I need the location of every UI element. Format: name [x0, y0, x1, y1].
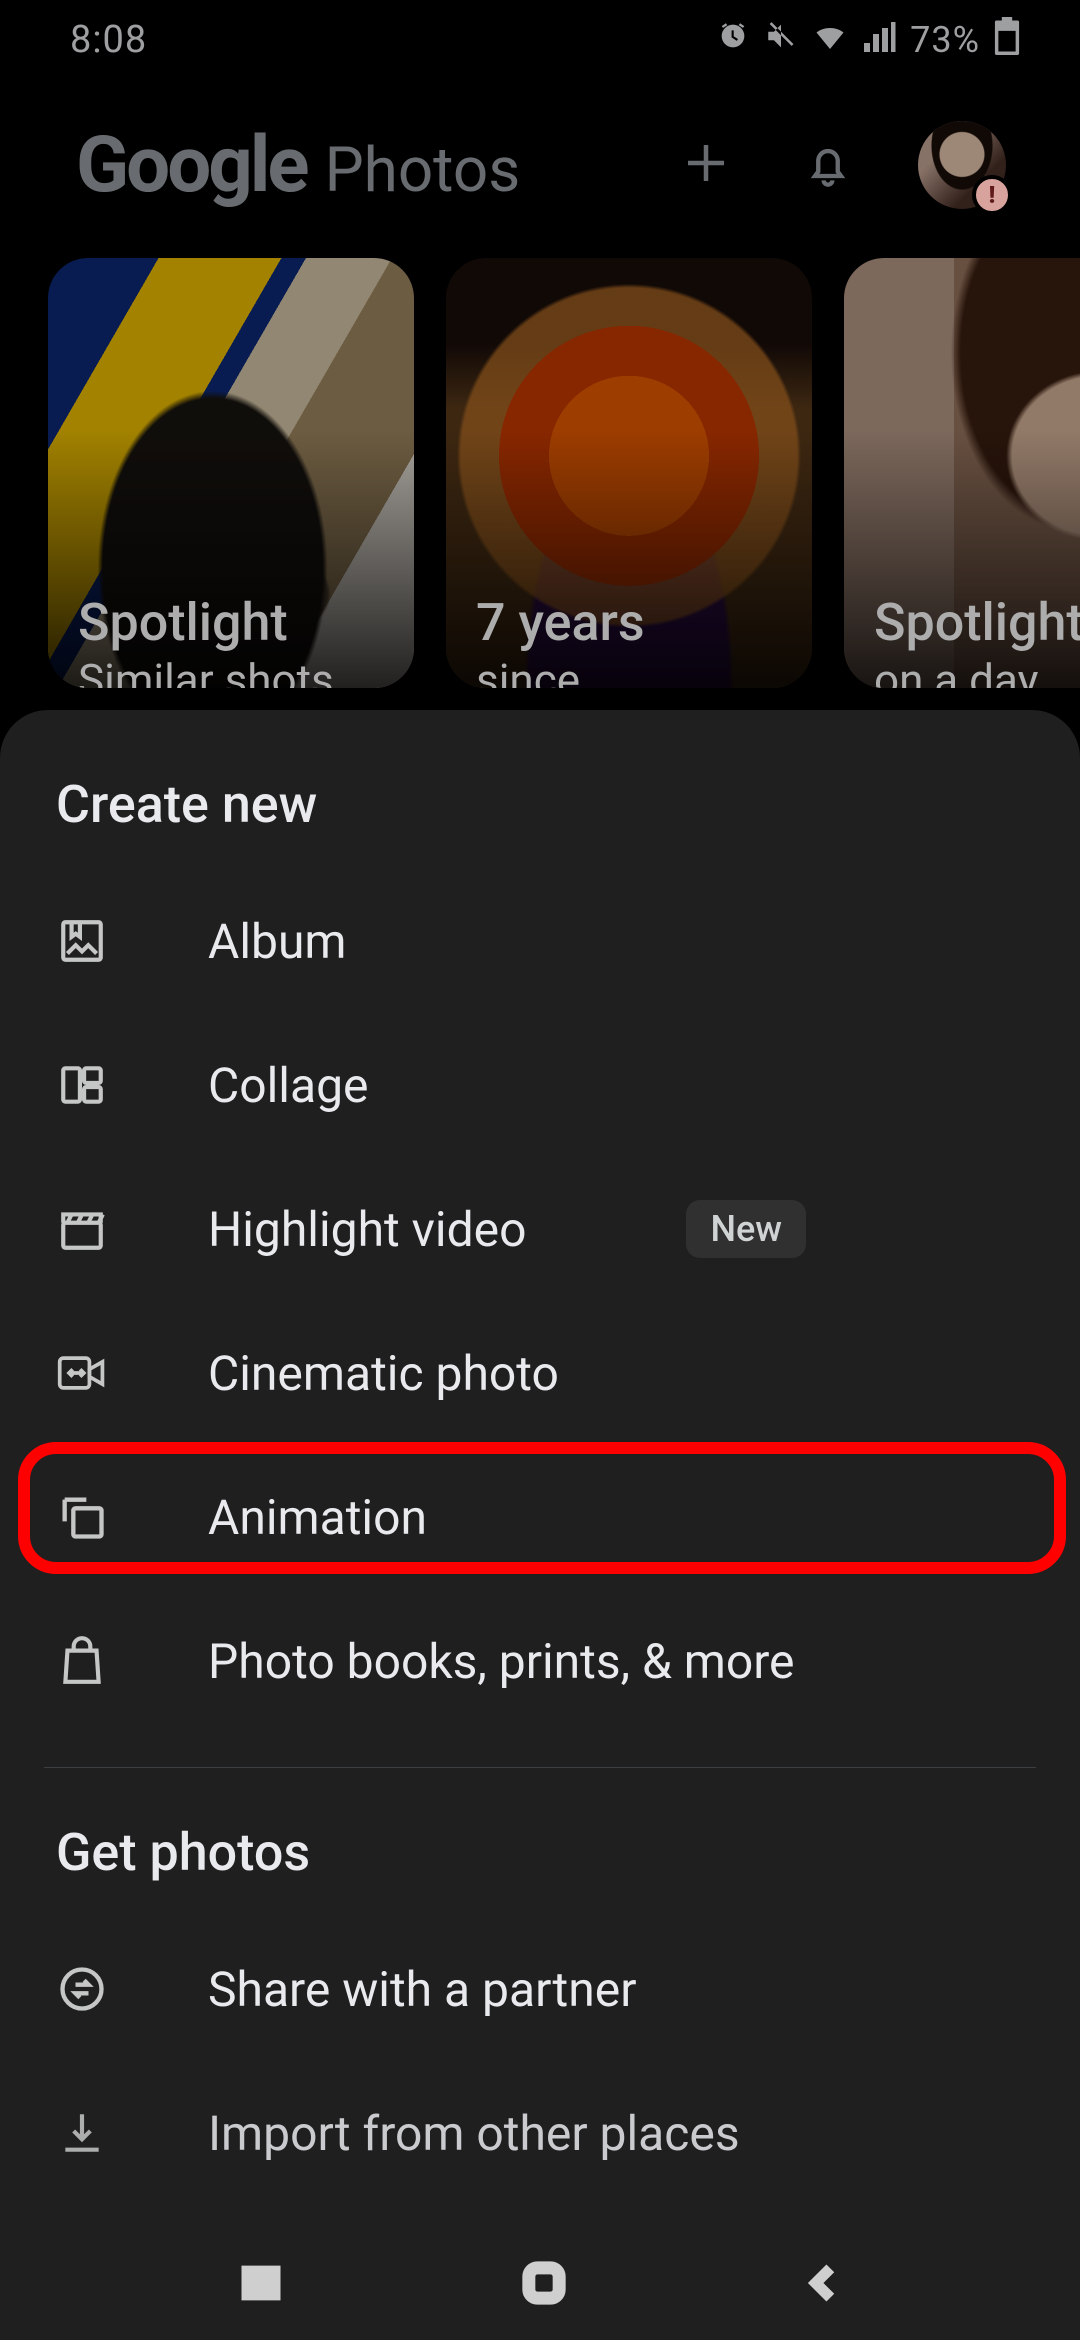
- memory-card[interactable]: Spotlight Similar shots: [48, 258, 414, 688]
- sheet-item-label: Photo books, prints, & more: [208, 1633, 795, 1690]
- section-title-get-photos: Get photos: [0, 1822, 1080, 1917]
- shopping-bag-icon: [56, 1634, 108, 1688]
- nav-home-icon[interactable]: [518, 2257, 570, 2313]
- memory-title: Spotlight: [874, 594, 1080, 651]
- sheet-item-label: Album: [208, 913, 347, 970]
- bell-icon: [802, 137, 854, 193]
- notifications-button[interactable]: [796, 133, 860, 197]
- create-bottom-sheet: Create new Album Collage Highlight video…: [0, 710, 1080, 2340]
- sheet-item-label: Cinematic photo: [208, 1345, 559, 1402]
- new-badge: New: [686, 1200, 806, 1258]
- create-item-collage[interactable]: Collage: [0, 1013, 1080, 1157]
- download-icon: [56, 2108, 108, 2158]
- battery-percent: 73%: [910, 19, 980, 61]
- avatar-alert-badge: !: [972, 175, 1012, 215]
- status-bar: 8:08 73%: [0, 0, 1080, 80]
- create-item-highlight-video[interactable]: Highlight video New: [0, 1157, 1080, 1301]
- nav-recents-icon[interactable]: [235, 2257, 287, 2313]
- sheet-item-label: Import from other places: [208, 2105, 740, 2162]
- memory-subtitle: on a day: [874, 656, 1080, 688]
- collage-icon: [56, 1060, 108, 1110]
- memories-carousel[interactable]: Spotlight Similar shots 7 years since Sp…: [0, 258, 1080, 688]
- system-nav-bar: [0, 2230, 1080, 2340]
- memory-subtitle: Similar shots: [78, 656, 394, 688]
- create-item-album[interactable]: Album: [0, 869, 1080, 1013]
- nav-back-icon[interactable]: [801, 2257, 845, 2313]
- create-item-cinematic-photo[interactable]: Cinematic photo: [0, 1301, 1080, 1445]
- plus-icon: [679, 136, 733, 194]
- signal-icon: [862, 19, 896, 61]
- app-title: Google Photos: [76, 120, 654, 211]
- cinematic-icon: [56, 1350, 108, 1396]
- status-time: 8:08: [70, 18, 147, 62]
- sheet-item-label: Animation: [208, 1489, 427, 1546]
- memory-card[interactable]: Spotlight on a day: [844, 258, 1080, 688]
- create-button[interactable]: [674, 133, 738, 197]
- app-title-brand: Google: [76, 120, 307, 211]
- sheet-divider: [44, 1767, 1036, 1768]
- sheet-item-label: Share with a partner: [208, 1961, 636, 2018]
- create-item-photo-books[interactable]: Photo books, prints, & more: [0, 1589, 1080, 1733]
- memory-title: 7 years: [476, 594, 792, 651]
- account-avatar[interactable]: !: [918, 121, 1006, 209]
- album-icon: [56, 916, 108, 966]
- memory-subtitle: since: [476, 656, 792, 688]
- app-title-app: Photos: [325, 134, 521, 207]
- memory-card[interactable]: 7 years since: [446, 258, 812, 688]
- create-item-animation[interactable]: Animation: [0, 1445, 1080, 1589]
- mute-icon: [764, 19, 798, 62]
- sheet-item-label: Collage: [208, 1057, 368, 1114]
- battery-icon: [994, 17, 1020, 64]
- swap-circle-icon: [56, 1961, 108, 2017]
- app-header: Google Photos !: [0, 80, 1080, 250]
- clapper-icon: [56, 1204, 108, 1254]
- memory-title: Spotlight: [78, 594, 394, 651]
- section-title-create: Create new: [0, 774, 1080, 869]
- alarm-icon: [716, 19, 750, 62]
- wifi-icon: [812, 19, 848, 61]
- status-right: 73%: [716, 17, 1020, 64]
- get-item-import[interactable]: Import from other places: [0, 2061, 1080, 2205]
- get-item-share-partner[interactable]: Share with a partner: [0, 1917, 1080, 2061]
- sheet-item-label: Highlight video: [208, 1201, 526, 1258]
- animation-icon: [56, 1490, 108, 1544]
